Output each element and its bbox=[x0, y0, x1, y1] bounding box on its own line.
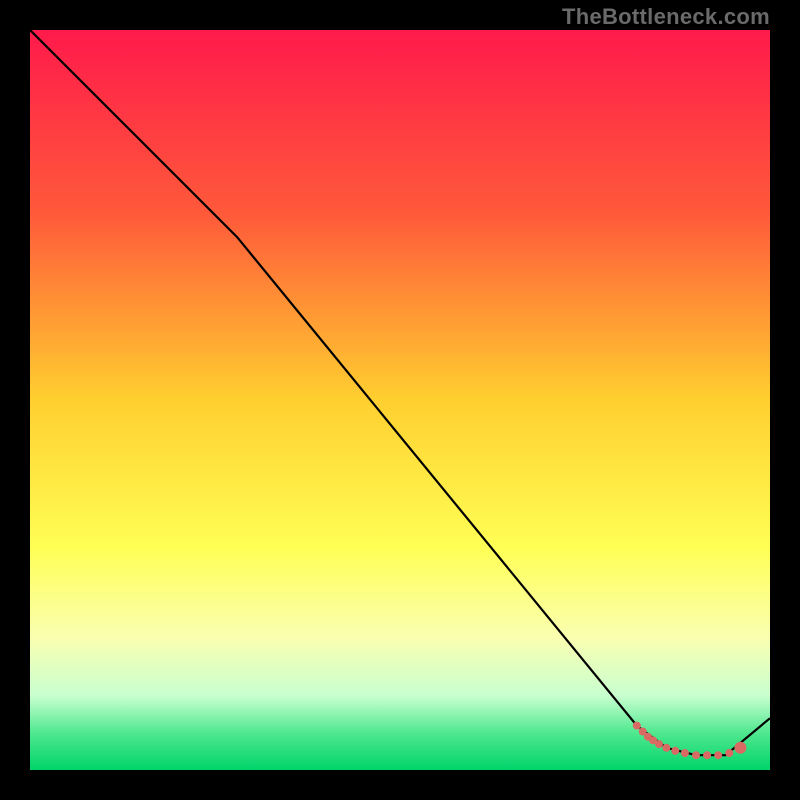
data-marker bbox=[655, 740, 663, 748]
data-marker bbox=[714, 751, 722, 759]
plot-area bbox=[30, 30, 770, 770]
data-marker bbox=[725, 749, 733, 757]
data-marker bbox=[734, 742, 746, 754]
data-marker bbox=[681, 749, 689, 757]
plot-svg bbox=[30, 30, 770, 770]
data-marker bbox=[633, 722, 641, 730]
data-marker bbox=[692, 751, 700, 759]
watermark-text: TheBottleneck.com bbox=[562, 4, 770, 30]
data-marker bbox=[662, 744, 670, 752]
data-marker bbox=[671, 747, 679, 755]
chart-frame: TheBottleneck.com bbox=[0, 0, 800, 800]
data-marker bbox=[703, 751, 711, 759]
